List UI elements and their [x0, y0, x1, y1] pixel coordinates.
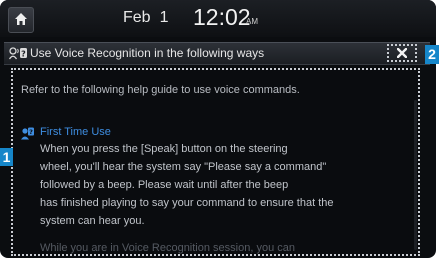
help-intro: Refer to the following help guide to use… [21, 84, 300, 96]
section-body-line: system can hear you. [40, 215, 145, 227]
callout-2: 2 [425, 45, 439, 64]
section-body-faded-line: While you are in Voice Recognition sessi… [40, 242, 295, 254]
help-content-panel[interactable]: Refer to the following help guide to use… [11, 68, 420, 256]
section-body-line: followed by a beep. Please wait until af… [40, 179, 289, 191]
voice-help-icon: ? [9, 47, 27, 60]
callout-1: 1 [0, 148, 13, 166]
help-title-bar: ? Use Voice Recognition in the following… [4, 42, 430, 65]
status-bar: Feb 1 12:02 AM [0, 0, 436, 37]
section-body-line: wheel, you'll hear the system say "Pleas… [40, 161, 327, 173]
help-title: Use Voice Recognition in the following w… [30, 46, 265, 60]
section-body-line: has finished playing to say your command… [40, 197, 334, 209]
infotainment-screen: Feb 1 12:02 AM ? Use Voice Recognition in… [0, 0, 436, 258]
svg-text:?: ? [21, 49, 26, 58]
date-day: 1 [159, 9, 169, 26]
svg-text:?: ? [29, 128, 33, 136]
date-display: Feb 1 [123, 9, 168, 27]
help-question-icon: ? [21, 127, 34, 140]
close-icon [397, 48, 407, 58]
clock-time: 12:02 [193, 4, 251, 30]
close-button[interactable] [387, 44, 417, 62]
scrollbar[interactable] [414, 100, 417, 250]
home-icon [15, 13, 27, 25]
home-button[interactable] [8, 7, 34, 33]
date-month: Feb [123, 9, 151, 26]
section-title: First Time Use [40, 126, 111, 138]
clock-ampm: AM [246, 17, 258, 26]
section-body-line: When you press the [Speak] button on the… [40, 143, 288, 155]
